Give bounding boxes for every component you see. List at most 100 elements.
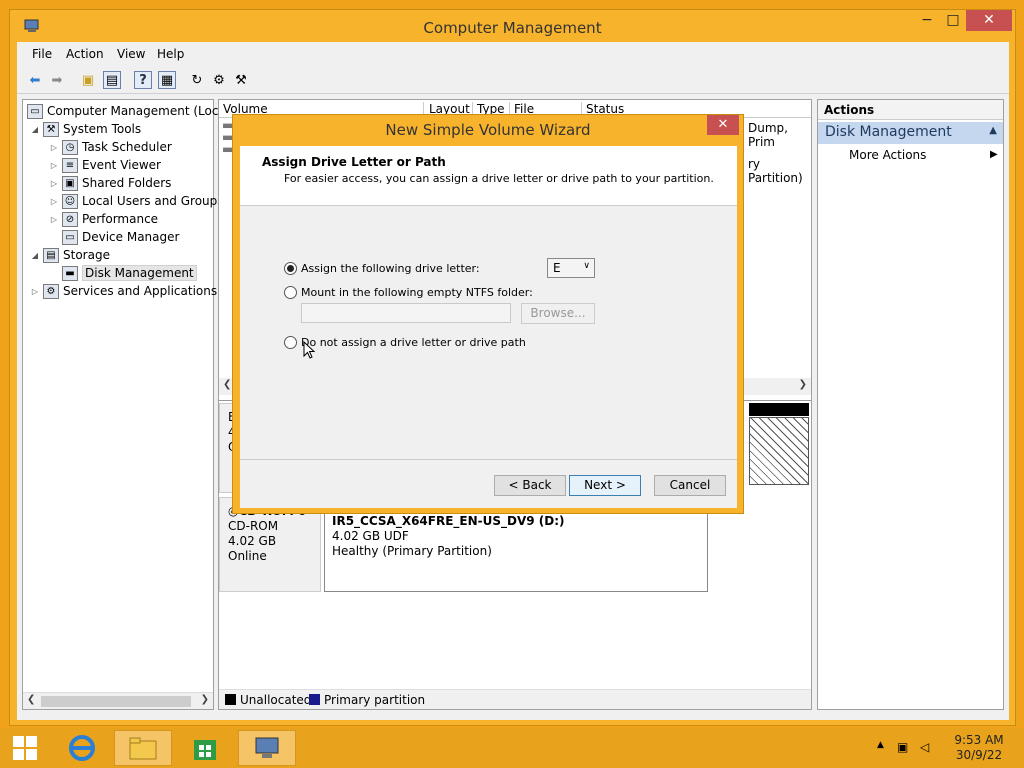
properties-icon[interactable]: ⚙ <box>210 71 228 89</box>
storage-icon: ▤ <box>43 247 59 263</box>
tree-node-root[interactable]: ▭ Computer Management (Local <box>25 102 229 120</box>
action-pane-icon[interactable]: ▦ <box>158 71 176 89</box>
mouse-cursor-icon <box>303 340 316 363</box>
scroll-thumb[interactable] <box>41 696 191 707</box>
clock-time: 9:53 AM <box>954 733 1004 747</box>
scroll-left-icon[interactable]: ❮ <box>27 694 35 705</box>
tree-node-disk-management[interactable]: ▬ Disk Management <box>60 264 197 282</box>
radio-no-letter[interactable]: Do not assign a drive letter or drive pa… <box>284 336 526 349</box>
browse-button[interactable]: Browse... <box>521 303 595 324</box>
expand-arrow-icon[interactable]: ▷ <box>48 197 60 206</box>
drive-letter-select[interactable]: E ∨ <box>547 258 595 278</box>
menu-file[interactable]: File <box>32 47 52 61</box>
radio-no-letter-label: Do not assign a drive letter or drive pa… <box>301 336 526 349</box>
collapse-caret-icon[interactable]: ▲ <box>989 125 997 136</box>
tree-node-local-users[interactable]: ▷ ☺ Local Users and Groups <box>48 192 224 210</box>
radio-mount-folder[interactable]: Mount in the following empty NTFS folder… <box>284 286 533 299</box>
title-bar[interactable]: Computer Management − □ ✕ <box>10 10 1015 40</box>
cancel-button[interactable]: Cancel <box>654 475 726 496</box>
legend: Unallocated Primary partition <box>219 689 811 709</box>
back-button[interactable]: < Back <box>494 475 566 496</box>
dialog-subheading: For easier access, you can assign a driv… <box>284 172 714 185</box>
up-folder-icon[interactable]: ▣ <box>79 71 97 89</box>
radio-mount-folder-label: Mount in the following empty NTFS folder… <box>301 286 533 299</box>
performance-icon: ⊘ <box>62 211 78 227</box>
scroll-right-icon[interactable]: ❯ <box>799 379 807 390</box>
menu-view[interactable]: View <box>117 47 145 61</box>
show-hidden-icons-icon[interactable]: ▲ <box>877 740 884 750</box>
internet-explorer-icon[interactable] <box>53 730 111 766</box>
forward-arrow-icon[interactable]: ➡ <box>48 71 66 89</box>
maximize-button[interactable]: □ <box>940 10 966 31</box>
cdrom-size: 4.02 GB <box>228 534 277 548</box>
radio-selected-icon[interactable] <box>284 262 297 275</box>
tree-node-performance[interactable]: ▷ ⊘ Performance <box>48 210 158 228</box>
chevron-down-icon: ∨ <box>583 261 590 271</box>
computer-icon: ▭ <box>27 103 43 119</box>
radio-unselected-icon[interactable] <box>284 336 297 349</box>
dialog-header: Assign Drive Letter or Path For easier a… <box>240 146 737 206</box>
dialog-close-button[interactable]: ✕ <box>707 115 739 135</box>
actions-header: Actions <box>818 100 1003 120</box>
show-hide-tree-icon[interactable]: ▤ <box>103 71 121 89</box>
computer-management-taskbar-icon[interactable] <box>238 730 296 766</box>
minimize-button[interactable]: − <box>914 10 940 31</box>
radio-unselected-icon[interactable] <box>284 286 297 299</box>
navigation-tree: ▭ Computer Management (Local ◢ ⚒ System … <box>22 99 229 710</box>
status-bar <box>17 712 1009 720</box>
tree-node-storage[interactable]: ◢ ▤ Storage <box>29 246 110 264</box>
refresh-icon[interactable]: ↻ <box>188 71 206 89</box>
menu-help[interactable]: Help <box>157 47 184 61</box>
services-icon: ⚙ <box>43 283 59 299</box>
tree-node-task-scheduler[interactable]: ▷ ◷ Task Scheduler <box>48 138 172 156</box>
system-clock[interactable]: 9:53 AM 30/9/22 <box>946 733 1012 763</box>
toolbar: ⬅ ➡ ▣ ▤ ? ▦ ↻ ⚙ ⚒ <box>17 66 1009 94</box>
shared-folder-icon: ▣ <box>62 175 78 191</box>
back-arrow-icon[interactable]: ⬅ <box>26 71 44 89</box>
disk-management-icon: ▬ <box>62 265 78 281</box>
scroll-right-icon[interactable]: ❯ <box>201 694 209 705</box>
dialog-title: New Simple Volume Wizard <box>385 121 591 139</box>
file-explorer-icon[interactable] <box>114 730 172 766</box>
settings-icon[interactable]: ⚒ <box>232 71 250 89</box>
expand-arrow-icon[interactable]: ▷ <box>48 161 60 170</box>
folder-path-input[interactable] <box>301 303 511 323</box>
radio-assign-letter[interactable]: Assign the following drive letter: <box>284 262 480 275</box>
next-button[interactable]: Next > <box>569 475 641 496</box>
more-actions-label: More Actions <box>849 148 927 162</box>
menu-action[interactable]: Action <box>66 47 104 61</box>
tree-node-services[interactable]: ▷ ⚙ Services and Applications <box>29 282 217 300</box>
tools-icon: ⚒ <box>43 121 59 137</box>
tree-node-event-viewer[interactable]: ▷ ≡ Event Viewer <box>48 156 161 174</box>
legend-unallocated: Unallocated <box>225 693 311 707</box>
tree-node-system-tools[interactable]: ◢ ⚒ System Tools <box>29 120 141 138</box>
dialog-separator <box>240 459 737 460</box>
actions-section-disk-management[interactable]: Disk Management ▲ <box>818 122 1003 144</box>
close-button[interactable]: ✕ <box>966 10 1012 31</box>
unallocated-region[interactable] <box>749 417 809 485</box>
submenu-arrow-icon[interactable]: ▶ <box>990 149 998 160</box>
clock-icon: ◷ <box>62 139 78 155</box>
legend-primary: Primary partition <box>309 693 425 707</box>
expand-arrow-icon[interactable]: ▷ <box>48 215 60 224</box>
collapse-arrow-icon[interactable]: ◢ <box>29 251 41 260</box>
more-actions-item[interactable]: More Actions <box>849 148 926 162</box>
volume-icon[interactable]: ◁ <box>920 740 929 754</box>
unallocated-bar <box>749 403 809 416</box>
help-icon[interactable]: ? <box>134 71 152 89</box>
start-button[interactable] <box>0 730 50 766</box>
volume-row-status: ry Partition) <box>748 157 803 185</box>
tree-node-device-manager[interactable]: ▭ Device Manager <box>60 228 179 246</box>
expand-arrow-icon[interactable]: ▷ <box>48 179 60 188</box>
store-icon[interactable] <box>176 730 234 766</box>
expand-arrow-icon[interactable]: ▷ <box>29 287 41 296</box>
cdrom-status: Online <box>228 549 267 563</box>
tree-horizontal-scrollbar[interactable]: ❮ ❯ <box>23 692 213 709</box>
tree-node-shared-folders[interactable]: ▷ ▣ Shared Folders <box>48 174 171 192</box>
actions-section-label: Disk Management <box>825 124 952 140</box>
menu-bar: File Action View Help <box>17 42 1009 66</box>
network-icon[interactable]: ▣ <box>897 740 908 754</box>
scroll-left-icon[interactable]: ❮ <box>223 379 231 390</box>
expand-arrow-icon[interactable]: ▷ <box>48 143 60 152</box>
collapse-arrow-icon[interactable]: ◢ <box>29 125 41 134</box>
